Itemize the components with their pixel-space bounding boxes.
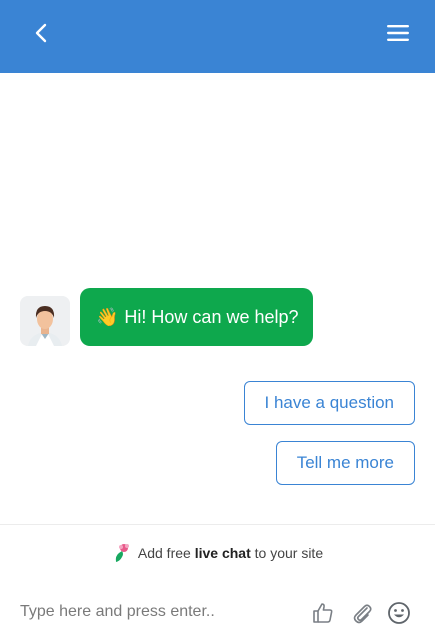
tidio-logo-icon (115, 544, 129, 562)
promo-footer: Add free live chat to your site (0, 540, 435, 566)
chevron-left-icon (35, 23, 47, 43)
emoji-icon (388, 602, 410, 624)
composer-divider (0, 524, 435, 525)
hamburger-menu-icon (387, 25, 409, 41)
chat-header (0, 0, 435, 73)
menu-button[interactable] (383, 18, 413, 48)
add-live-chat-link[interactable]: Add free live chat to your site (138, 545, 323, 561)
message-composer (0, 590, 435, 634)
paperclip-icon (353, 604, 372, 624)
promo-bold: live chat (194, 545, 251, 561)
agent-avatar (20, 296, 70, 346)
thumbs-up-icon (313, 603, 333, 623)
emoji-button[interactable] (386, 600, 412, 626)
promo-suffix: to your site (254, 545, 324, 561)
attach-file-button[interactable] (349, 600, 375, 626)
greeting-text: Hi! How can we help? (124, 306, 299, 327)
message-list[interactable]: 👋 Hi! How can we help? I have a question… (0, 73, 435, 523)
person-avatar-icon (20, 296, 70, 346)
back-button[interactable] (26, 18, 56, 48)
quick-reply-tell-more[interactable]: Tell me more (275, 441, 415, 485)
waving-hand-icon: 👋 (96, 306, 119, 327)
quick-reply-question[interactable]: I have a question (243, 381, 415, 425)
promo-prefix: Add free (137, 545, 191, 561)
thumbs-up-button[interactable] (310, 600, 336, 626)
message-input[interactable] (20, 598, 280, 626)
agent-greeting-bubble: 👋 Hi! How can we help? (80, 288, 313, 346)
